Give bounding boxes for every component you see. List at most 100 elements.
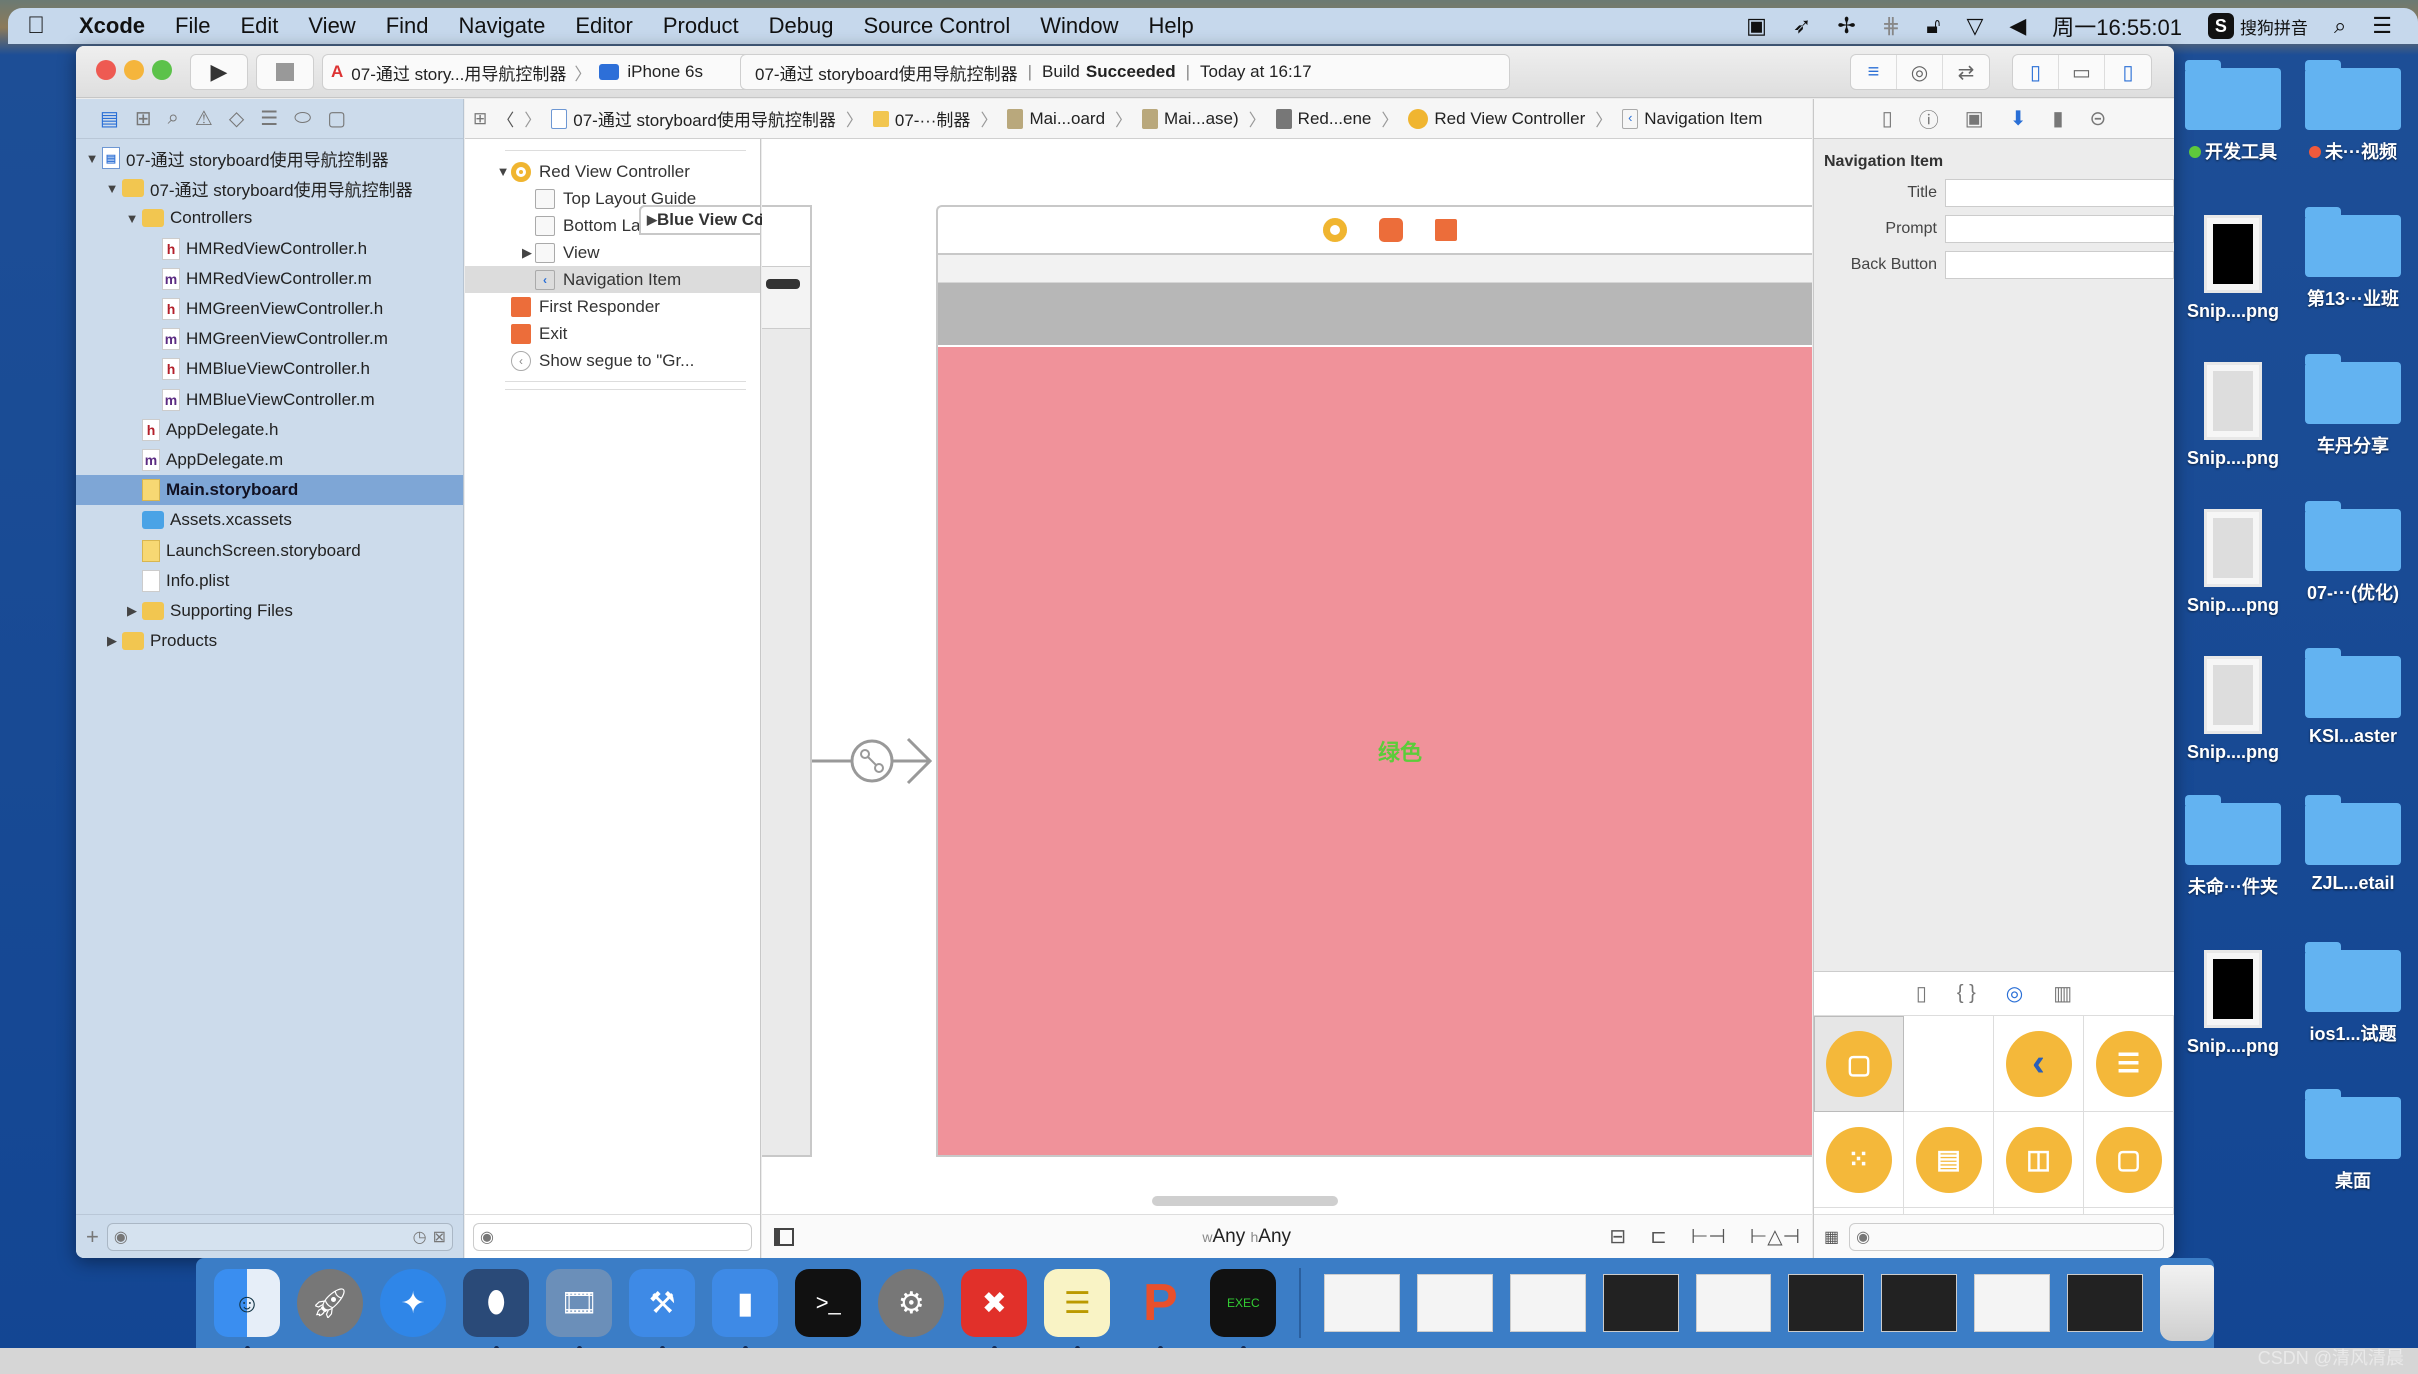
file-tree-item[interactable]: m HMBlueViewController.m xyxy=(76,385,463,415)
size-class-control[interactable]: wAny hAny xyxy=(1112,1226,1291,1248)
desktop-item[interactable]: 开发工具 xyxy=(2174,60,2292,164)
volume-icon[interactable]: ◀ xyxy=(2009,13,2026,39)
device-name[interactable]: iPhone 6s xyxy=(627,62,703,82)
finder-icon[interactable]: ☺ xyxy=(214,1269,281,1351)
red-view-controller-scene[interactable]: 绿色 xyxy=(936,205,1812,1157)
library-filter-field[interactable]: ◉ xyxy=(1849,1222,2164,1251)
desktop-item[interactable]: Snip....png xyxy=(2174,362,2292,469)
assistant-editor-icon[interactable]: ◎ xyxy=(1897,55,1943,89)
pin-icon[interactable]: ⊢⊣ xyxy=(1691,1224,1726,1249)
library-item-page-view-controller[interactable]: ▢ xyxy=(2084,1112,2174,1208)
file-tree-item[interactable]: Info.plist xyxy=(76,566,463,596)
file-tree-item[interactable]: h HMGreenViewController.h xyxy=(76,294,463,324)
disclosure-collapsed-icon[interactable]: ▶ xyxy=(647,212,657,228)
outline-item[interactable]: First Responder xyxy=(465,293,760,320)
jump-crumb-folder[interactable]: 07-···制器 xyxy=(872,106,970,131)
scm-status-icon[interactable]: ⊠ xyxy=(433,1227,446,1247)
view-label[interactable]: 绿色 xyxy=(1378,735,1422,767)
minimized-window[interactable] xyxy=(1881,1274,1957,1332)
disclosure-expanded-icon[interactable]: ▼ xyxy=(124,211,140,226)
file-tree-item[interactable]: m HMGreenViewController.m xyxy=(76,324,463,354)
jump-crumb-storyboard[interactable]: Mai...oard xyxy=(1007,108,1105,129)
red-view[interactable]: 绿色 xyxy=(938,347,1812,1155)
disclosure-collapsed-icon[interactable]: ▶ xyxy=(124,603,140,619)
outline-item[interactable]: ‹ Show segue to "Gr... xyxy=(465,347,760,374)
stack-icon[interactable]: ⊟ xyxy=(1609,1224,1626,1249)
navigation-bar[interactable] xyxy=(938,283,1812,425)
library-item-view-controller[interactable]: ▢ xyxy=(1814,1016,1904,1112)
toggle-outline-icon[interactable] xyxy=(774,1227,794,1246)
back-arrow-icon[interactable]: 〈 xyxy=(497,106,514,131)
menu-help[interactable]: Help xyxy=(1134,13,1209,39)
mouse-app-icon[interactable]: ⬮ xyxy=(463,1269,530,1351)
toggle-debug-area-icon[interactable]: ▭ xyxy=(2059,55,2105,89)
outline-item[interactable]: ▼ Red View Controller xyxy=(465,158,760,185)
system-preferences-icon[interactable]: ⚙ xyxy=(878,1269,945,1337)
file-tree-item[interactable]: h HMBlueViewController.h xyxy=(76,354,463,384)
jump-crumb-scene[interactable]: Red...ene xyxy=(1275,108,1371,129)
first-responder-icon[interactable] xyxy=(1379,218,1403,242)
find-navigator-icon[interactable]: ⌕ xyxy=(168,107,179,130)
disclosure-expanded-icon[interactable]: ▼ xyxy=(84,151,100,166)
minimized-window[interactable] xyxy=(1509,1274,1586,1332)
file-tree-item[interactable]: ▶ Products xyxy=(76,626,463,656)
navigation-controller-scene[interactable] xyxy=(762,205,812,1157)
symbol-navigator-icon[interactable]: ⊞ xyxy=(135,106,152,131)
file-tree-item[interactable]: Assets.xcassets xyxy=(76,505,463,535)
xmind-icon[interactable]: ✖ xyxy=(961,1269,1028,1351)
jump-crumb-storyboard-base[interactable]: Mai...ase) xyxy=(1142,108,1239,129)
disclosure-collapsed-icon[interactable]: ▶ xyxy=(104,633,120,649)
notification-center-icon[interactable]: ☰ xyxy=(2372,13,2392,39)
grid-list-toggle-icon[interactable]: ▦ xyxy=(1824,1227,1839,1247)
library-item-split-view-controller[interactable]: ◫ xyxy=(1994,1112,2084,1208)
minimize-window-button[interactable] xyxy=(124,60,144,80)
menu-edit[interactable]: Edit xyxy=(225,13,293,39)
spotlight-search-icon[interactable]: ⌕ xyxy=(2334,13,2346,39)
quick-help-icon[interactable]: ⓘ xyxy=(1919,104,1939,133)
title-input[interactable] xyxy=(1944,179,2174,207)
desktop-item[interactable]: ZJL...etail xyxy=(2294,795,2412,894)
file-tree-item[interactable]: m AppDelegate.m xyxy=(76,445,463,475)
library-item-table-view-controller[interactable]: ☰ xyxy=(2084,1016,2174,1112)
storyboard-canvas[interactable]: 绿色 xyxy=(762,139,1812,1214)
library-item-tab-bar-controller[interactable]: ▤ xyxy=(1904,1112,1994,1208)
menu-app-name[interactable]: Xcode xyxy=(64,13,160,39)
minimized-window[interactable] xyxy=(1602,1274,1679,1332)
safari-icon[interactable]: ✦ xyxy=(380,1269,447,1337)
menu-source-control[interactable]: Source Control xyxy=(849,13,1026,39)
file-tree-item[interactable]: ▼ 07-通过 storyboard使用导航控制器 xyxy=(76,173,463,203)
recent-files-icon[interactable]: ◷ xyxy=(413,1227,427,1247)
minimized-window[interactable] xyxy=(1695,1274,1772,1332)
file-tree-item[interactable]: Main.storyboard xyxy=(76,475,463,506)
align-icon[interactable]: ⊏ xyxy=(1650,1224,1667,1249)
outline-item[interactable]: Exit xyxy=(465,320,760,347)
file-tree-item[interactable]: ▼ ▤ 07-通过 storyboard使用导航控制器 xyxy=(76,143,463,173)
back-button-input[interactable] xyxy=(1944,251,2174,279)
forward-arrow-icon[interactable]: 〉 xyxy=(524,106,541,131)
menu-debug[interactable]: Debug xyxy=(754,13,849,39)
report-navigator-icon[interactable]: ▢ xyxy=(327,106,346,131)
menu-file[interactable]: File xyxy=(160,13,225,39)
console-icon[interactable]: EXEC xyxy=(1210,1269,1277,1351)
version-editor-icon[interactable]: ⇄ xyxy=(1943,55,1989,89)
menu-product[interactable]: Product xyxy=(648,13,754,39)
file-tree-item[interactable]: ▶ Supporting Files xyxy=(76,596,463,626)
file-tree-item[interactable]: LaunchScreen.storyboard xyxy=(76,535,463,565)
desktop-item[interactable]: Snip....png xyxy=(2174,215,2292,322)
add-file-icon[interactable]: + xyxy=(86,1224,99,1250)
media-library-icon[interactable]: ▥ xyxy=(2053,981,2072,1006)
xcode-icon[interactable]: ⚒ xyxy=(629,1269,696,1351)
library-item-collection-view-controller[interactable]: ⁙ xyxy=(1814,1112,1904,1208)
library-item-storyboard-reference[interactable]: ▢ xyxy=(1904,1016,1994,1112)
desktop-item[interactable]: 桌面 xyxy=(2294,1089,2412,1193)
menu-window[interactable]: Window xyxy=(1025,13,1133,39)
terminal-icon[interactable]: >_ xyxy=(795,1269,862,1337)
outline-item[interactable]: ‹ Navigation Item xyxy=(465,266,760,293)
test-navigator-icon[interactable]: ◇ xyxy=(229,106,244,131)
segue-arrow[interactable] xyxy=(812,731,932,791)
minimized-window[interactable] xyxy=(2066,1274,2143,1332)
file-tree-item[interactable]: h AppDelegate.h xyxy=(76,415,463,445)
desktop-item[interactable]: Snip....png xyxy=(2174,950,2292,1057)
run-button[interactable]: ▶ xyxy=(190,54,248,90)
identity-inspector-icon[interactable]: ▣ xyxy=(1965,106,1984,131)
